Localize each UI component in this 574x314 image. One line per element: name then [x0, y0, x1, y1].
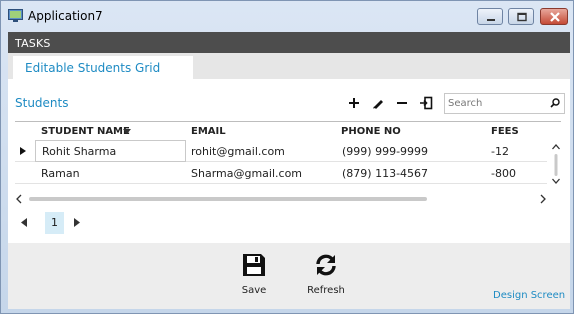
refresh-label: Refresh: [307, 285, 345, 296]
add-icon[interactable]: [347, 96, 361, 110]
scroll-up-icon: [552, 144, 560, 150]
tab-strip: Editable Students Grid: [8, 53, 570, 79]
tasks-label: TASKS: [15, 37, 51, 50]
column-header-fees[interactable]: FEES: [491, 126, 519, 137]
scroll-right-icon[interactable]: [539, 194, 547, 204]
maximize-icon: [517, 12, 527, 22]
page-number-button[interactable]: 1: [45, 212, 64, 234]
horizontal-scrollbar[interactable]: [15, 192, 547, 206]
students-grid: STUDENT NAME EMAIL PHONE NO FEES Rohit S…: [15, 121, 561, 207]
design-screen-link[interactable]: Design Screen: [493, 290, 565, 301]
save-button[interactable]: Save: [224, 253, 284, 303]
search-input[interactable]: [448, 96, 543, 111]
table-row[interactable]: Rohit Sharma rohit@gmail.com (999) 999-9…: [15, 140, 547, 162]
current-row-indicator-icon: [20, 147, 26, 155]
scroll-down-icon: [552, 178, 560, 184]
cell-student-name[interactable]: Raman: [41, 167, 80, 180]
cell-student-name: Rohit Sharma: [42, 145, 117, 158]
refresh-icon: [316, 254, 336, 276]
sort-descending-icon[interactable]: [123, 129, 131, 134]
column-header-student-name[interactable]: STUDENT NAME: [41, 126, 130, 137]
column-header-phone-no[interactable]: PHONE NO: [341, 126, 401, 137]
minimize-icon: [487, 19, 495, 21]
student-name-editor[interactable]: Rohit Sharma: [35, 140, 186, 162]
tasks-bar: TASKS: [8, 32, 570, 53]
cell-email[interactable]: Sharma@gmail.com: [191, 167, 302, 180]
table-row[interactable]: Raman Sharma@gmail.com (879) 113-4567 -8…: [15, 162, 547, 184]
cell-fees[interactable]: -12: [491, 145, 509, 158]
app-icon: [8, 9, 23, 22]
cell-phone-no[interactable]: (999) 999-9999: [342, 145, 428, 158]
client-area: TASKS Editable Students Grid Students Se…: [8, 32, 570, 309]
title-bar[interactable]: Application7: [1, 1, 573, 31]
scroll-left-icon[interactable]: [15, 194, 23, 204]
horizontal-scroll-thumb[interactable]: [29, 197, 427, 201]
window-title: Application7: [28, 9, 103, 23]
close-button[interactable]: [540, 8, 568, 25]
next-page-icon[interactable]: [73, 218, 80, 227]
application-window: Application7 TASKS Editable Students Gri…: [0, 0, 574, 314]
cell-fees[interactable]: -800: [491, 167, 516, 180]
export-icon[interactable]: [419, 96, 433, 110]
search-box: [444, 93, 565, 114]
column-header-email[interactable]: EMAIL: [191, 126, 226, 137]
delete-icon[interactable]: [395, 96, 409, 110]
previous-page-icon[interactable]: [21, 218, 28, 227]
vertical-scrollbar[interactable]: [551, 140, 561, 188]
close-icon: [550, 12, 560, 22]
save-label: Save: [241, 285, 267, 296]
vertical-scroll-thumb: [554, 154, 558, 176]
maximize-button[interactable]: [508, 8, 534, 25]
footer-action-bar: Save Refresh Design Screen: [8, 243, 570, 309]
refresh-button[interactable]: Refresh: [296, 253, 356, 303]
edit-icon[interactable]: [371, 96, 385, 110]
grid-title: Students: [15, 96, 69, 110]
search-icon[interactable]: [549, 97, 561, 109]
save-icon: [243, 254, 265, 276]
cell-email[interactable]: rohit@gmail.com: [191, 145, 285, 158]
minimize-button[interactable]: [477, 8, 503, 25]
tab-editable-students-grid[interactable]: Editable Students Grid: [13, 56, 193, 79]
tab-label: Editable Students Grid: [25, 61, 161, 75]
cell-phone-no[interactable]: (879) 113-4567: [342, 167, 428, 180]
